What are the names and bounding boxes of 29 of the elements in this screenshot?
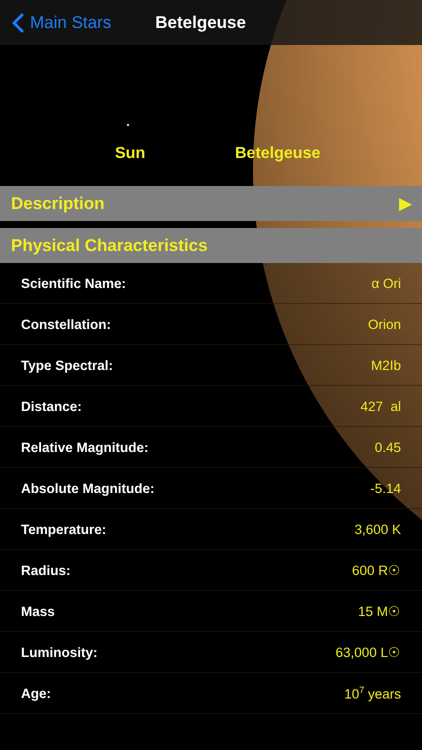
property-label: Temperature: — [21, 522, 106, 536]
property-value: 10$^{7}$ years — [344, 684, 401, 702]
property-value: 3,600 K — [354, 522, 401, 536]
back-chevron-icon[interactable] — [12, 12, 24, 32]
property-value: 63,000 L☉ — [335, 644, 401, 660]
disclosure-arrow: ▶ — [399, 193, 412, 214]
property-label: Constellation: — [21, 316, 111, 332]
back-button[interactable]: Main Stars — [8, 12, 116, 32]
property-value: M2Ib — [370, 358, 401, 372]
property-value: 600 R☉ — [352, 562, 401, 578]
section-header[interactable]: Description ▶ — [0, 186, 422, 221]
star-label: Sun — [115, 145, 146, 163]
property-label: Scientific Name: — [21, 276, 126, 290]
property-label: Distance: — [21, 398, 82, 414]
property-value: 427 al — [360, 398, 401, 414]
screen-title: Betelgeuse — [155, 12, 246, 32]
section-header: Physical Characteristics — [0, 228, 422, 263]
property-value: -5.14 — [370, 480, 401, 496]
property-value: 0.45 — [374, 440, 401, 454]
property-value: 15 M☉ — [358, 603, 401, 619]
property-label: Radius: — [21, 562, 71, 578]
property-label: Relative Magnitude: — [21, 440, 149, 454]
property-label: Type Spectral: — [21, 358, 114, 372]
property-label: Luminosity: — [21, 644, 98, 660]
property-label: Mass — [21, 604, 55, 618]
property-value: Orion — [368, 316, 401, 332]
property-label: Age: — [21, 686, 51, 700]
property-value: α Ori — [371, 276, 401, 290]
property-label: Absolute Magnitude: — [21, 480, 154, 496]
